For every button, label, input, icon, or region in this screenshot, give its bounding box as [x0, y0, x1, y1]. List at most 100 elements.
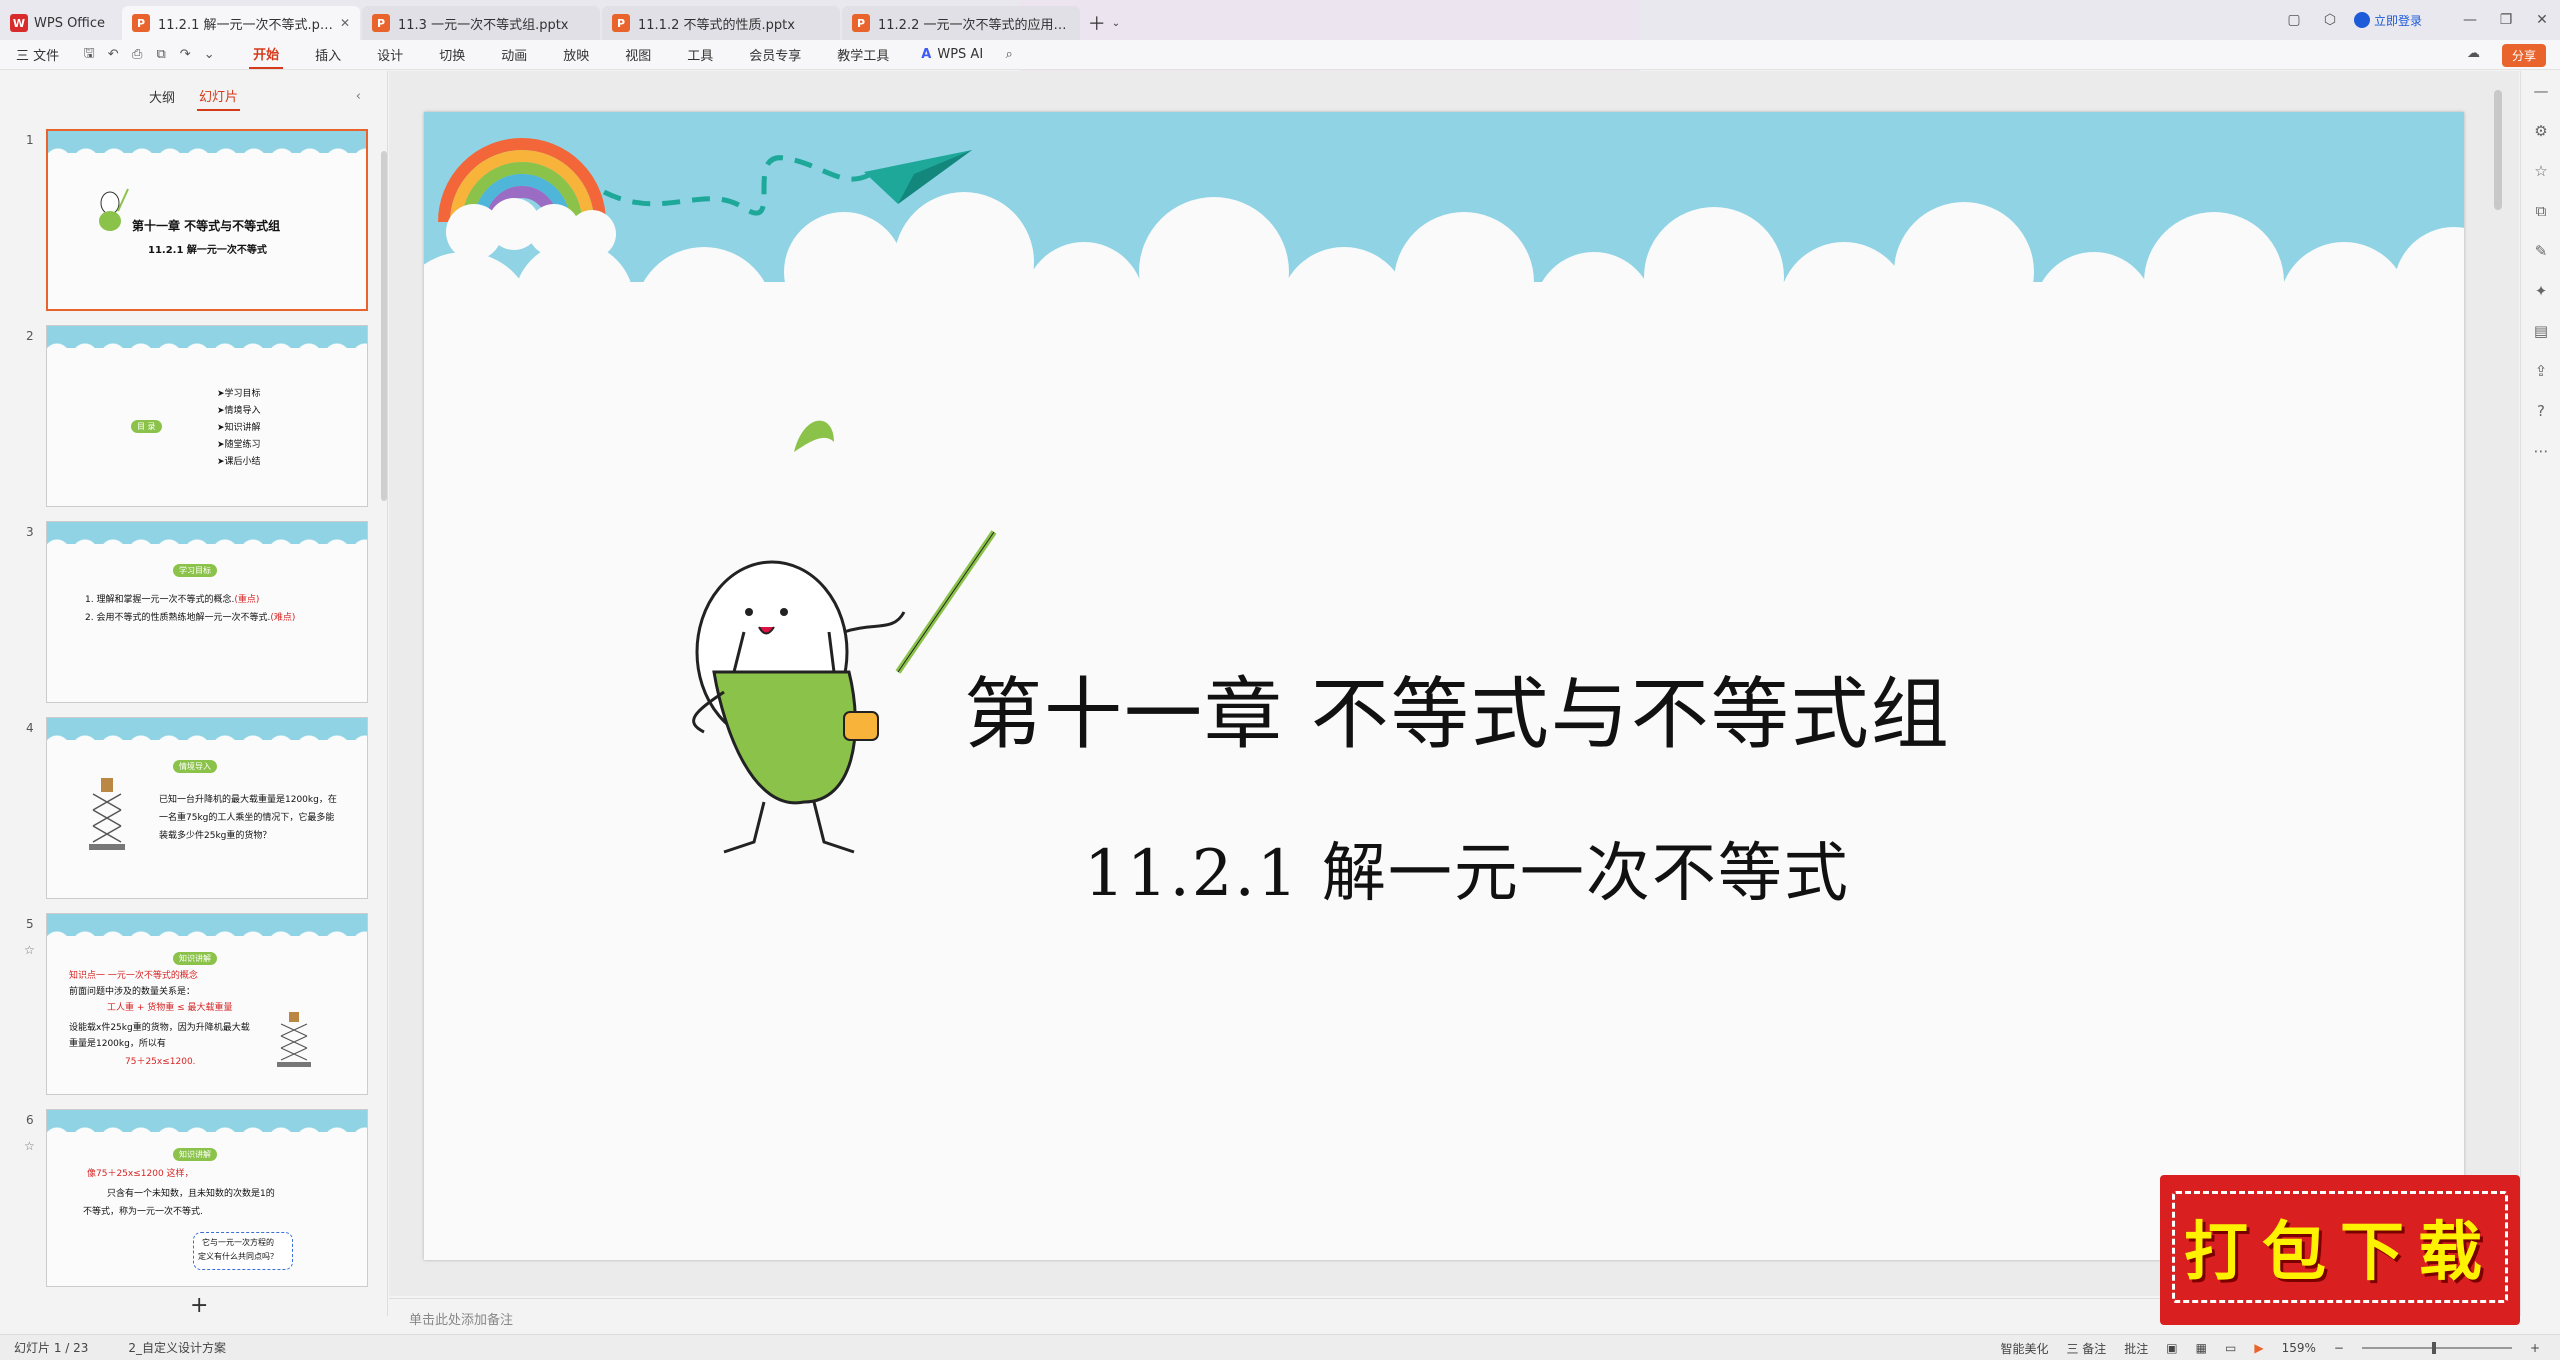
star-icon[interactable]: ☆: [24, 943, 35, 957]
slide-thumbnail-6[interactable]: 知识讲解 像75＋25x≤1200 这样， 只含有一个未知数，且未知数的次数是1…: [46, 1109, 368, 1287]
menu-home[interactable]: 开始: [249, 40, 284, 69]
thumbnail-row: 4 情境导入 已知一台升降机的最大载重量是1200kg，在 一名重75kg的工人…: [0, 717, 370, 901]
thumb-tag: 知识讲解: [173, 952, 217, 965]
thumb-line: 已知一台升降机的最大载重量是1200kg，在: [159, 795, 337, 805]
comment-button[interactable]: 批注: [2124, 1340, 2148, 1357]
share-button[interactable]: 分享: [2501, 44, 2546, 67]
normal-view-icon[interactable]: ▣: [2166, 1341, 2177, 1355]
redo-icon[interactable]: ↷: [173, 47, 197, 62]
restore-icon[interactable]: ❐: [2488, 12, 2524, 28]
thumb-line: 工人重 + 货物重 ≤ 最大载重量: [107, 1003, 233, 1013]
cube-icon[interactable]: ⬡: [2312, 12, 2348, 28]
slide-subtitle[interactable]: 11.2.1 解一元一次不等式: [1084, 822, 1850, 914]
tab-doc-4[interactable]: P 11.2.2 一元一次不等式的应用.pptx: [842, 6, 1080, 40]
tab-doc-1[interactable]: P 11.2.1 解一元一次不等式.pptx ✕: [122, 6, 360, 40]
collapse-panel-icon[interactable]: ‹: [354, 85, 363, 108]
print-icon[interactable]: ⎙: [125, 47, 149, 62]
canvas-scrollbar[interactable]: [2494, 90, 2502, 210]
theme-name[interactable]: 2_自定义设计方案: [128, 1339, 226, 1356]
play-icon[interactable]: ▶: [2254, 1341, 2263, 1355]
tab-slides[interactable]: 幻灯片: [197, 82, 241, 111]
layout-icon[interactable]: ▤: [2521, 311, 2560, 351]
slide-thumbnail-3[interactable]: 学习目标 1. 理解和掌握一元一次不等式的概念.(重点) 2. 会用不等式的性质…: [46, 521, 368, 703]
menu-view[interactable]: 视图: [621, 41, 655, 68]
menu-animation[interactable]: 动画: [497, 41, 531, 68]
mascot-icon: [99, 188, 129, 231]
tab-doc-2[interactable]: P 11.3 一元一次不等式组.pptx: [362, 6, 600, 40]
minus-icon[interactable]: —: [2521, 71, 2560, 111]
wps-ai-button[interactable]: A WPS AI: [921, 47, 983, 62]
menu-insert[interactable]: 插入: [311, 41, 345, 68]
thumbnail-row: 1 第十一章 不等式与不等式组 11.2.1 解一元一次不等式: [0, 129, 370, 313]
notes-button[interactable]: 三 备注: [2066, 1340, 2106, 1357]
undo-icon[interactable]: ↶: [101, 47, 125, 62]
star-icon[interactable]: ☆: [2521, 151, 2560, 191]
thumb-clouds: [47, 338, 367, 356]
copy-icon[interactable]: ⧉: [149, 47, 173, 62]
thumb-line: 一名重75kg的工人乘坐的情况下，它最多能: [159, 813, 335, 823]
cloud-sync-icon[interactable]: ☁: [2467, 46, 2480, 61]
title-bar: W WPS Office P 11.2.1 解一元一次不等式.pptx ✕ P …: [0, 0, 2560, 120]
tab-close-icon[interactable]: ✕: [340, 16, 350, 30]
new-tab-button[interactable]: ＋ ⌄: [1082, 6, 1126, 40]
slide-thumbnail-4[interactable]: 情境导入 已知一台升降机的最大载重量是1200kg，在 一名重75kg的工人乘坐…: [46, 717, 368, 899]
avatar-icon: [2353, 12, 2370, 28]
star-icon[interactable]: ☆: [24, 1139, 35, 1153]
minimize-icon[interactable]: —: [2452, 12, 2488, 28]
slide-thumbnail-2[interactable]: 目 录 ➤学习目标 ➤情境导入 ➤知识讲解 ➤随堂练习 ➤课后小结: [46, 325, 368, 507]
slide-title[interactable]: 第十一章 不等式与不等式组: [964, 652, 1951, 764]
menu-member[interactable]: 会员专享: [745, 41, 805, 68]
slide-thumbnail-1[interactable]: 第十一章 不等式与不等式组 11.2.1 解一元一次不等式: [46, 129, 368, 311]
thumb-line: 像75＋25x≤1200 这样，: [87, 1169, 194, 1179]
grid-view-icon[interactable]: ▦: [2196, 1341, 2207, 1355]
ppt-file-icon: P: [132, 14, 150, 32]
panel-scrollbar[interactable]: [381, 151, 387, 501]
file-menu[interactable]: 三 文件: [16, 45, 59, 64]
slide-editor[interactable]: 第十一章 不等式与不等式组 11.2.1 解一元一次不等式: [424, 112, 2464, 1260]
duplicate-icon[interactable]: ⧉: [2521, 191, 2560, 231]
menu-teaching-tools[interactable]: 教学工具: [833, 41, 893, 68]
tab-outline[interactable]: 大纲: [147, 83, 177, 110]
thumb-line: ➤课后小结: [217, 457, 261, 467]
zoom-slider[interactable]: [2361, 1342, 2512, 1354]
menu-transition[interactable]: 切换: [435, 41, 469, 68]
thumb-clouds: [47, 1122, 367, 1140]
thumb-line: 装载多少件25kg重的货物？: [159, 831, 272, 841]
tab-doc-3[interactable]: P 11.1.2 不等式的性质.pptx: [602, 6, 840, 40]
zoom-level[interactable]: 159%: [2282, 1341, 2316, 1355]
zoom-in-icon[interactable]: +: [2530, 1341, 2540, 1355]
more-icon[interactable]: ⋯: [2521, 431, 2560, 471]
add-slide-button[interactable]: +: [190, 1293, 208, 1318]
download-badge[interactable]: 打包下载: [2160, 1175, 2520, 1325]
close-window-icon[interactable]: ✕: [2524, 12, 2560, 28]
thumb-line: 它与一元一次方程的: [202, 1238, 274, 1247]
thumb-line: ➤随堂练习: [217, 440, 261, 450]
chevron-down-icon[interactable]: ⌄: [1112, 18, 1120, 29]
search-icon[interactable]: ⌕: [997, 47, 1021, 62]
menu-design[interactable]: 设计: [373, 41, 407, 68]
magic-icon[interactable]: ✦: [2521, 271, 2560, 311]
thumb-line: 只含有一个未知数，且未知数的次数是1的: [107, 1189, 275, 1199]
thumb-tag: 情境导入: [173, 760, 217, 773]
export-icon[interactable]: ⇪: [2521, 351, 2560, 391]
window-controls: ▢ ⬡ 立即登录 — ❐ ✕: [2276, 0, 2560, 40]
slide-thumbnail-5[interactable]: 知识讲解 知识点一 一元一次不等式的概念 前面问题中涉及的数量关系是： 工人重 …: [46, 913, 368, 1095]
login-button[interactable]: 立即登录: [2353, 12, 2422, 29]
style-icon[interactable]: ✎: [2521, 231, 2560, 271]
save-icon[interactable]: 🖫: [77, 44, 101, 66]
menu-slideshow[interactable]: 放映: [559, 41, 593, 68]
badge-frame: 打包下载: [2172, 1191, 2508, 1303]
settings-sliders-icon[interactable]: ⚙: [2521, 111, 2560, 151]
zoom-out-icon[interactable]: −: [2334, 1341, 2344, 1355]
reading-view-icon[interactable]: ▭: [2225, 1341, 2236, 1355]
menu-tools[interactable]: 工具: [683, 41, 717, 68]
thumb-tag: 目 录: [131, 420, 162, 433]
window-layout-icon[interactable]: ▢: [2276, 12, 2312, 28]
wps-logo-icon: W: [10, 14, 28, 32]
beautify-button[interactable]: 智能美化: [2000, 1340, 2048, 1357]
tab-home[interactable]: W WPS Office: [0, 6, 120, 40]
tab-doc-label: 11.3 一元一次不等式组.pptx: [398, 17, 569, 33]
help-icon[interactable]: ?: [2521, 391, 2560, 431]
slide-number: 2: [26, 329, 34, 343]
more-quick-icon[interactable]: ⌄: [197, 47, 221, 62]
